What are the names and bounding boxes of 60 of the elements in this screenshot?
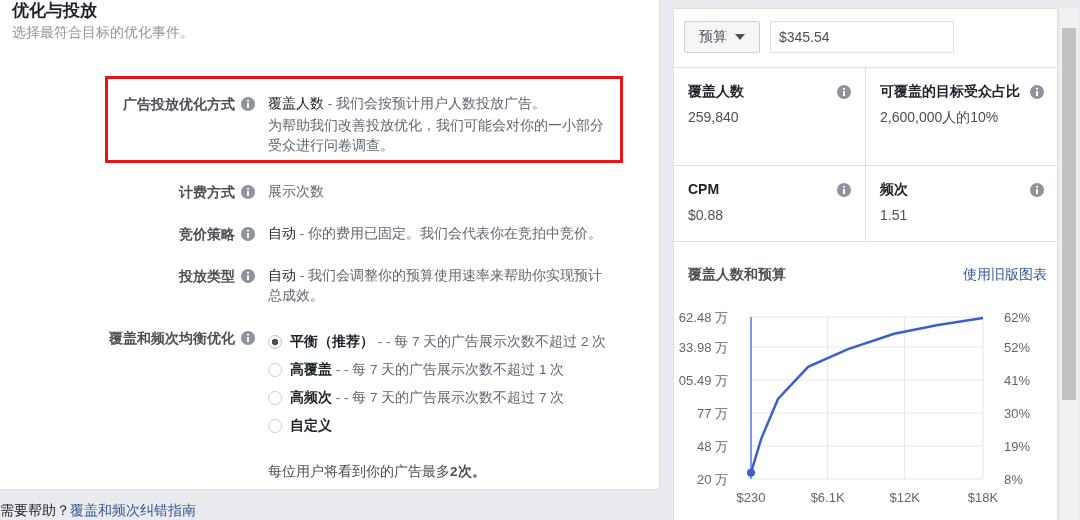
field-value: 自动 - 我们会调整你的预算使用速率来帮助你实现预计总成效。 <box>268 267 603 305</box>
field-value: 展示次数 <box>268 183 325 201</box>
info-icon[interactable] <box>1030 85 1044 99</box>
budget-point[interactable] <box>747 468 755 477</box>
left-axis-label: 77 万 <box>696 406 728 421</box>
section-subtitle: 选择最符合目标的优化事件。 <box>12 24 195 42</box>
field-value: 覆盖人数 - 我们会按预计用户人数投放广告。 <box>268 95 547 113</box>
stat-label: 频次 <box>880 180 908 199</box>
radio-button[interactable] <box>268 335 282 349</box>
x-axis-label: $12K <box>889 490 920 505</box>
y-axis-label: 30% <box>1004 406 1031 421</box>
field-label: 覆盖和频次均衡优化 <box>109 329 235 348</box>
field-note: 为帮助我们改善投放优化，我们可能会对你的一小部分受众进行问卷调查。 <box>268 117 605 155</box>
left-axis-label: 05.49 万 <box>678 373 728 388</box>
y-axis-label: 62% <box>1004 310 1031 325</box>
info-icon[interactable] <box>837 85 851 99</box>
field-label: 竞价策略 <box>179 225 235 244</box>
y-axis-label: 52% <box>1004 340 1031 355</box>
frequency-note: 每位用户将看到你的广告最多2次。 <box>268 463 487 481</box>
y-axis-label: 19% <box>1004 439 1031 454</box>
stat-value: 2,600,000人的10% <box>880 109 1000 127</box>
caret-icon <box>735 34 745 40</box>
info-icon[interactable] <box>241 185 255 199</box>
option-label[interactable]: 自定义 <box>290 416 332 436</box>
y-axis-label: 8% <box>1004 472 1023 487</box>
stat-label: 可覆盖的目标受众占比 <box>880 82 1020 101</box>
left-axis-label: 62.48 万 <box>678 310 728 325</box>
x-axis-label: $18K <box>967 490 999 505</box>
left-axis-label: 20 万 <box>696 472 728 487</box>
stat-value: 259,840 <box>688 109 740 125</box>
budget-dropdown[interactable]: 预算 <box>684 21 760 53</box>
help-text: 需要帮助？ <box>0 502 70 518</box>
stat-label: 覆盖人数 <box>688 82 744 101</box>
option-label[interactable]: 高覆盖 - - 每 7 天的广告展示次数不超过 1 次 <box>290 360 565 380</box>
x-axis-label: $230 <box>736 490 766 505</box>
budget-input[interactable]: $345.54 <box>770 21 954 53</box>
left-axis-label: 48 万 <box>696 439 728 454</box>
info-icon[interactable] <box>241 269 255 283</box>
field-label: 投放类型 <box>179 267 235 286</box>
chart-title: 覆盖人数和预算 <box>688 266 786 284</box>
section-title: 优化与投放 <box>12 0 98 22</box>
stat-label: CPM <box>688 180 720 199</box>
scrollbar[interactable] <box>1060 8 1078 520</box>
info-icon[interactable] <box>1030 183 1044 197</box>
help-link[interactable]: 覆盖和频次纠错指南 <box>70 502 196 518</box>
field-label: 广告投放优化方式 <box>123 95 235 114</box>
option-label[interactable]: 平衡（推荐） - - 每 7 天的广告展示次数不超过 2 次 <box>290 332 607 352</box>
y-axis-label: 41% <box>1004 373 1031 388</box>
option-label[interactable]: 高频次 - - 每 7 天的广告展示次数不超过 7 次 <box>290 388 565 408</box>
stat-value: 1.51 <box>880 207 909 223</box>
x-axis-label: $6.1K <box>810 490 845 505</box>
left-axis-label: 33.98 万 <box>678 340 728 355</box>
info-icon[interactable] <box>241 227 255 241</box>
field-value: 自动 - 你的费用已固定。我们会代表你在竞拍中竞价。 <box>268 225 603 243</box>
info-icon[interactable] <box>837 183 851 197</box>
stat-value: $0.88 <box>688 207 725 223</box>
info-icon[interactable] <box>241 97 255 111</box>
info-icon[interactable] <box>241 331 255 345</box>
field-label: 计费方式 <box>179 183 235 202</box>
legacy-chart-link[interactable]: 使用旧版图表 <box>963 266 1047 284</box>
